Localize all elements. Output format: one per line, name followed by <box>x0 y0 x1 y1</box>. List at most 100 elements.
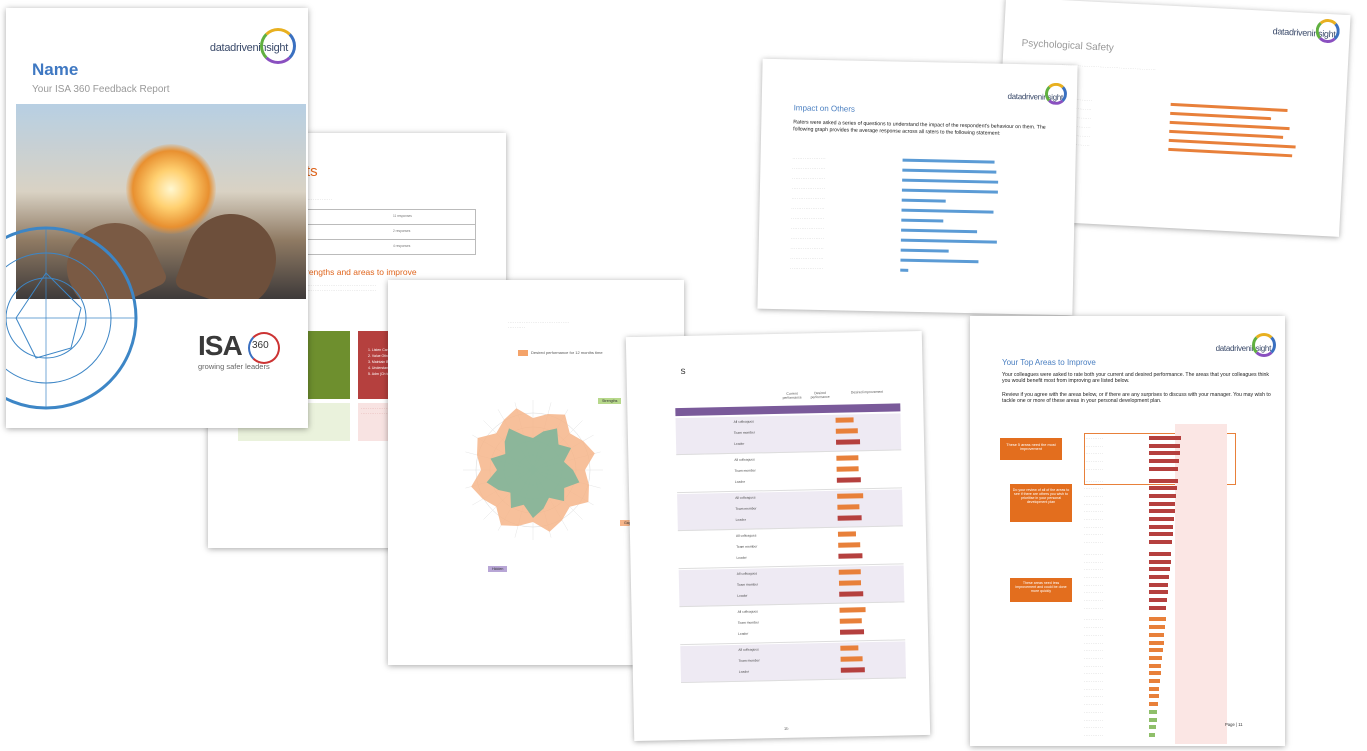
bar-label: . . . . . . . . . . . . . . . . . . . <box>792 165 826 171</box>
area-label: . . . . . . . . . . . <box>1084 493 1103 498</box>
bar-label: . . . . . . . . . . . . . . . . . . . <box>791 205 825 211</box>
tag-strengths: Strengths <box>598 398 622 404</box>
row-label: Leader <box>736 555 747 560</box>
impact-bar <box>901 208 994 214</box>
top-areas-page: datadriveninsight Your Top Areas to Impr… <box>970 316 1285 746</box>
area-label: . . . . . . . . . . . <box>1084 702 1103 707</box>
area-gap-bar <box>1149 590 1168 595</box>
psych-bar <box>1168 138 1297 149</box>
table-group: All colleagues Team member Leader <box>679 603 906 646</box>
logo-ring-icon <box>1315 18 1341 44</box>
bar-label: . . . . . . . . . . . . . . . . . . . <box>791 225 824 231</box>
impact-bar <box>901 188 998 194</box>
improvement-table: All colleagues Team member Leader All colle… <box>675 403 907 684</box>
col-header: Current performance <box>782 391 802 400</box>
row-label: Leader <box>737 593 748 598</box>
area-label: . . . . . . . . . . . <box>1084 567 1103 572</box>
table-group: All colleagues Team member Leader <box>677 489 903 532</box>
impact-on-others-page: datadriveninsight Impact on Others Rater… <box>757 58 1078 316</box>
area-label: . . . . . . . . . . . <box>1084 605 1103 610</box>
area-label: . . . . . . . . . . . <box>1084 598 1103 602</box>
report-name: Name <box>32 60 79 79</box>
area-gap-bar <box>1149 540 1172 545</box>
table-group: All colleagues Team member Leader <box>680 641 907 684</box>
area-gap-bar <box>1149 598 1167 602</box>
area-gap-bar <box>1149 582 1169 587</box>
area-label: . . . . . . . . . . . <box>1084 451 1103 456</box>
impact-bar-chart: . . . . . . . . . . . . . . . . . . . . .… <box>790 155 1063 291</box>
gap-bar <box>837 504 860 510</box>
area-gap-bar <box>1149 478 1178 483</box>
gap-bar <box>840 667 865 673</box>
area-gap-bar <box>1149 625 1165 630</box>
area-gap-bar <box>1149 532 1173 537</box>
ddi-logo: datadriveninsight <box>210 28 296 64</box>
psych-bar <box>1170 111 1272 121</box>
area-label: . . . . . . . . . . . <box>1084 632 1103 637</box>
row-label: Leader <box>738 669 750 674</box>
area-label: . . . . . . . . . . . <box>1084 671 1103 676</box>
area-label: . . . . . . . . . . . <box>1084 725 1103 730</box>
area-label: . . . . . . . . . . . <box>1084 443 1103 448</box>
area-gap-bar <box>1149 459 1179 464</box>
bar-label: . . . . . . . . . . . . . . . . . . . <box>791 185 825 191</box>
area-gap-bar <box>1149 517 1174 521</box>
area-label: . . . . . . . . . . . <box>1084 732 1103 737</box>
page-number: Page | 11 <box>1225 722 1243 727</box>
col-header: Desired improvement <box>850 389 884 395</box>
gap-bar <box>835 428 858 434</box>
ddi-logo: datadriveninsight <box>1216 333 1276 357</box>
area-gap-bar <box>1149 567 1170 572</box>
impact-bar <box>900 248 949 253</box>
gap-bar <box>838 580 862 586</box>
gap-bar <box>837 493 864 499</box>
page-title: Impact on Others <box>793 103 856 114</box>
row-label: Team member <box>736 544 758 549</box>
tagline: growing safer leaders <box>198 362 270 371</box>
intro-text-2: Review if you agree with the areas below… <box>1002 392 1271 405</box>
row-label: Team member <box>734 468 756 473</box>
response-row: 11 responses <box>306 209 476 225</box>
area-label: . . . . . . . . . . . <box>1084 625 1103 630</box>
area-label: . . . . . . . . . . . <box>1084 478 1103 483</box>
bar-label: . . . . . . . . . . . . . . . . . . . <box>791 215 825 221</box>
row-label: Leader <box>734 479 746 484</box>
cover-page: datadriveninsight Name Your ISA 360 Feed… <box>6 8 308 428</box>
area-gap-bar <box>1149 501 1176 506</box>
gap-bar <box>838 553 863 559</box>
radar-chart <box>463 400 603 540</box>
impact-bar <box>901 228 978 234</box>
ddi-logo: datadriveninsight <box>1272 18 1341 44</box>
area-label: . . . . . . . . . . . <box>1084 436 1103 440</box>
area-label: . . . . . . . . . . . <box>1084 617 1103 622</box>
isa-360-logo: ISA 360 <box>198 330 280 364</box>
area-label: . . . . . . . . . . . <box>1084 517 1103 521</box>
area-gap-bar <box>1149 524 1174 529</box>
row-label: All colleagues <box>736 571 758 576</box>
area-gap-bar <box>1149 574 1170 579</box>
impact-bar <box>902 168 997 174</box>
isa-logo-number: 360 <box>252 340 269 351</box>
col-header: Desired performance <box>810 390 830 400</box>
area-gap-bar <box>1149 493 1177 498</box>
impact-bar <box>902 178 999 184</box>
gap-bar <box>838 542 861 548</box>
area-label: . . . . . . . . . . . <box>1084 509 1103 514</box>
gap-bar <box>836 477 861 483</box>
area-gap-bar <box>1149 648 1163 653</box>
page-title: Psychological Safety <box>1021 38 1115 54</box>
row-label: Leader <box>734 441 745 446</box>
callout-box: Do your review of all of the areas to se… <box>1010 484 1072 522</box>
table-group: All colleagues Team member Leader <box>675 413 902 456</box>
row-label: All colleagues <box>738 647 759 652</box>
page-number: 1b <box>783 725 789 731</box>
logo-ring-icon <box>1252 333 1276 357</box>
impact-bar <box>900 238 997 244</box>
area-label: . . . . . . . . . . . <box>1084 709 1103 714</box>
gap-bar <box>839 618 862 624</box>
page-title-fragment: s <box>680 365 686 378</box>
row-label: All colleagues <box>737 609 758 614</box>
areas-bar-list: . . . . . . . . . . . . . . . . . . . . .… <box>1084 436 1244 737</box>
area-label: . . . . . . . . . . . <box>1084 559 1103 564</box>
row-label: Team member <box>736 582 759 587</box>
